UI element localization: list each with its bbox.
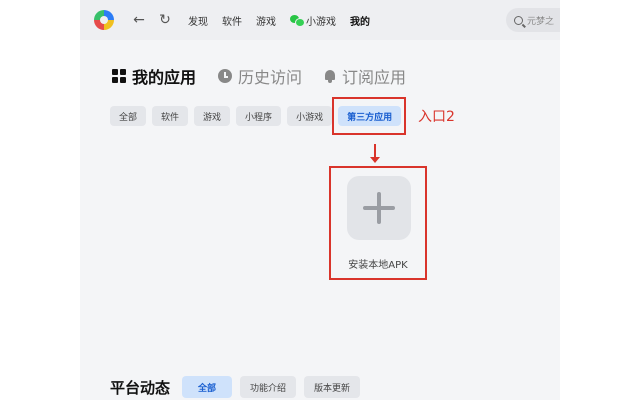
annotation-arrow-icon (370, 144, 380, 163)
refresh-icon[interactable]: ↻ (156, 11, 174, 29)
tab-my-apps-label: 我的应用 (132, 68, 197, 87)
category-chips: 全部 软件 游戏 小程序 小游戏 第三方应用 (110, 97, 407, 135)
search-icon (514, 15, 523, 25)
news-title: 平台动态 (110, 378, 171, 397)
nav-mine[interactable]: 我的 (350, 13, 370, 28)
news-tab-updates[interactable]: 版本更新 (304, 376, 361, 398)
grid-icon (112, 69, 126, 83)
nav-software[interactable]: 软件 (222, 13, 242, 28)
nav-discover[interactable]: 发现 (188, 13, 208, 28)
news-tabs: 全部 功能介绍 版本更新 (182, 376, 361, 398)
chip-games[interactable]: 游戏 (194, 106, 231, 126)
bell-icon (324, 69, 336, 83)
top-bar: ← ↻ 发现 软件 游戏 小游戏 我的 元梦之 (80, 0, 560, 40)
news-tab-features[interactable]: 功能介绍 (240, 376, 297, 398)
search-input[interactable]: 元梦之 (506, 8, 560, 32)
app-window: ← ↻ 发现 软件 游戏 小游戏 我的 元梦之 我的应用 历史访问 订阅应用 全… (80, 0, 560, 400)
search-placeholder: 元梦之 (527, 16, 555, 27)
nav-mini-games[interactable]: 小游戏 (290, 13, 336, 28)
chip-mini-games[interactable]: 小游戏 (287, 106, 333, 126)
plus-icon-vertical (377, 192, 381, 224)
clock-icon (218, 69, 233, 83)
wechat-icon (290, 14, 305, 27)
chip-all[interactable]: 全部 (110, 106, 147, 126)
nav-mini-games-label: 小游戏 (306, 16, 336, 28)
tab-history[interactable]: 历史访问 (218, 64, 302, 88)
back-arrow-icon[interactable]: ← (130, 11, 148, 29)
news-tab-all[interactable]: 全部 (182, 376, 233, 398)
top-nav: 发现 软件 游戏 小游戏 我的 (188, 12, 370, 28)
nav-games[interactable]: 游戏 (256, 13, 276, 28)
chip-mini-programs[interactable]: 小程序 (236, 106, 282, 126)
tab-subscriptions-label: 订阅应用 (342, 68, 407, 87)
tab-my-apps[interactable]: 我的应用 (112, 64, 196, 88)
platform-news: 平台动态 全部 功能介绍 版本更新 (110, 376, 361, 398)
app-logo-icon[interactable] (94, 10, 114, 30)
tab-subscriptions[interactable]: 订阅应用 (324, 64, 406, 88)
chip-software[interactable]: 软件 (152, 106, 189, 126)
install-apk-label[interactable]: 安装本地APK (329, 256, 427, 271)
annotation-label: 入口2 (418, 109, 455, 125)
main-tabs: 我的应用 历史访问 订阅应用 (112, 64, 406, 88)
annotation-highlight-box (332, 97, 407, 135)
tab-history-label: 历史访问 (238, 68, 303, 87)
install-apk-button[interactable] (347, 176, 411, 240)
third-party-chip-wrap: 第三方应用 (332, 97, 407, 135)
